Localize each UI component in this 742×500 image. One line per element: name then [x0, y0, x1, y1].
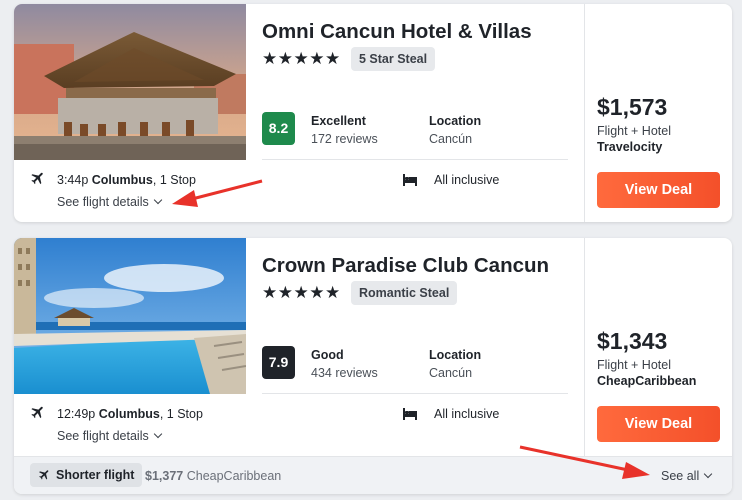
flight-summary: 3:44p Columbus, 1 Stop [57, 173, 196, 187]
deal-price: $1,573 [597, 94, 668, 120]
divider [262, 159, 568, 160]
see-flight-details-label: See flight details [57, 195, 149, 209]
star-rating: ★★★★★ [262, 283, 341, 303]
divider [262, 393, 568, 394]
deal-price: $1,343 [597, 328, 668, 354]
price-divider [584, 4, 585, 222]
shorter-flight-label: Shorter flight [56, 468, 135, 482]
chevron-down-icon [153, 195, 162, 205]
view-deal-button[interactable]: View Deal [597, 172, 720, 208]
flight-time: 3:44p [57, 173, 89, 187]
flight-origin: Columbus [91, 173, 153, 187]
package-type: Flight + Hotel [597, 358, 671, 372]
shorter-flight-pill[interactable]: Shorter flight [30, 463, 143, 487]
alternative-price-value: $1,377 [145, 469, 184, 483]
airplane-icon [39, 470, 49, 480]
airplane-icon [31, 406, 43, 419]
package-type: Flight + Hotel [597, 124, 671, 138]
see-flight-details-label: See flight details [57, 429, 149, 443]
see-all-label: See all [661, 469, 700, 483]
see-all-link[interactable]: See all [661, 469, 713, 483]
hotel-photo-crown-paradise[interactable] [14, 238, 246, 394]
bed-icon [403, 408, 417, 420]
flight-stops: , 1 Stop [159, 407, 203, 421]
alternative-deal-bar: Shorter flight $1,377 CheapCaribbean See… [14, 456, 732, 494]
flight-summary: 12:49p Columbus, 1 Stop [57, 407, 203, 421]
provider-name: Travelocity [597, 140, 663, 154]
bed-icon [403, 174, 417, 186]
hotel-name[interactable]: Crown Paradise Club Cancun [262, 254, 549, 278]
see-flight-details-link[interactable]: See flight details [57, 429, 162, 443]
review-score: 8.2 [262, 112, 295, 145]
review-score: 7.9 [262, 346, 295, 379]
rating-label: Good [311, 348, 344, 362]
hotel-photo-image [14, 4, 246, 160]
star-rating: ★★★★★ [262, 49, 341, 69]
alternative-provider: CheapCaribbean [186, 469, 282, 483]
flight-stops: , 1 Stop [152, 173, 196, 187]
flight-time: 12:49p [57, 407, 96, 421]
amenity-all-inclusive: All inclusive [434, 173, 500, 187]
see-flight-details-link[interactable]: See flight details [57, 195, 162, 209]
deal-badge: Romantic Steal [351, 281, 458, 305]
price-divider [584, 238, 585, 456]
alternative-price[interactable]: $1,377 CheapCaribbean [145, 469, 281, 483]
hotel-card-omni[interactable]: Omni Cancun Hotel & Villas ★★★★★ 5 Star … [14, 4, 732, 222]
location-label: Location [429, 348, 482, 362]
hotel-card-crown-paradise[interactable]: Crown Paradise Club Cancun ★★★★★ Romanti… [14, 238, 732, 494]
hotel-photo-omni[interactable] [14, 4, 246, 160]
hotel-photo-image [14, 238, 246, 394]
deal-badge: 5 Star Steal [351, 47, 436, 71]
location-value: Cancún [429, 366, 473, 380]
view-deal-button[interactable]: View Deal [597, 406, 720, 442]
location-label: Location [429, 114, 482, 128]
location-value: Cancún [429, 132, 473, 146]
provider-name: CheapCaribbean [597, 374, 697, 388]
amenity-all-inclusive: All inclusive [434, 407, 500, 421]
hotel-name[interactable]: Omni Cancun Hotel & Villas [262, 20, 532, 44]
rating-label: Excellent [311, 114, 366, 128]
flight-origin: Columbus [98, 407, 160, 421]
airplane-icon [31, 172, 43, 185]
review-count[interactable]: 434 reviews [311, 366, 378, 380]
chevron-down-icon [703, 469, 713, 479]
chevron-down-icon [153, 429, 162, 439]
review-count[interactable]: 172 reviews [311, 132, 378, 146]
